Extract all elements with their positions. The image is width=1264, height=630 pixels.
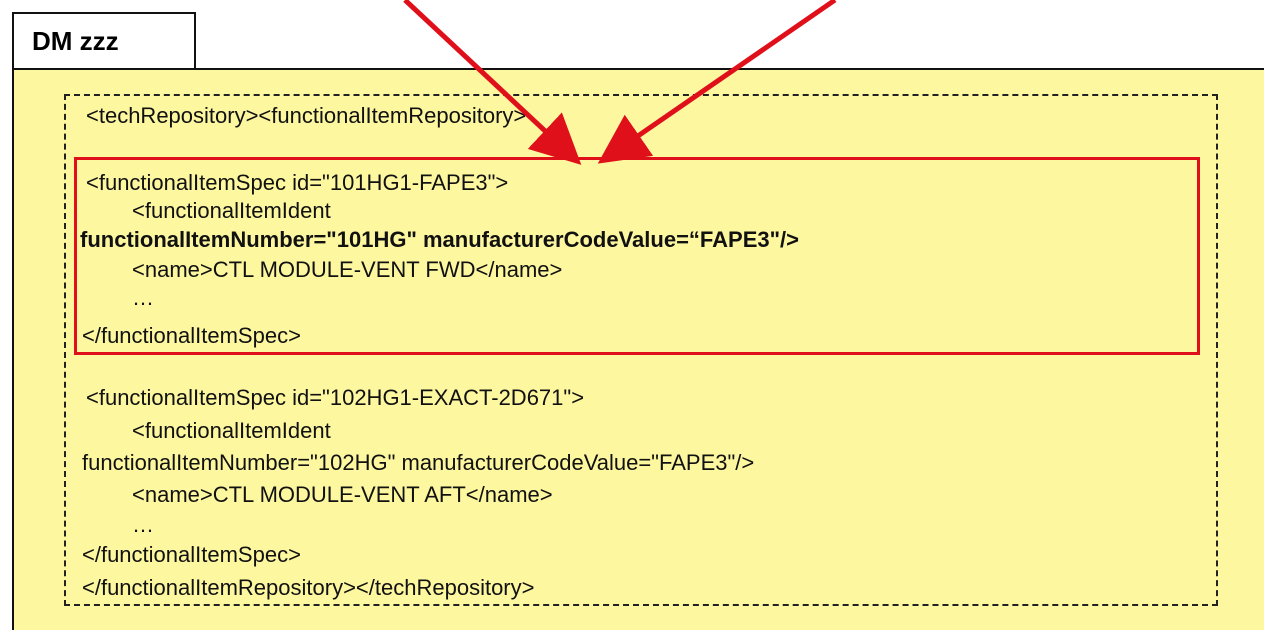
arrow-left [403,0,582,165]
pointer-arrows [403,0,837,165]
arrow-right [597,0,837,164]
